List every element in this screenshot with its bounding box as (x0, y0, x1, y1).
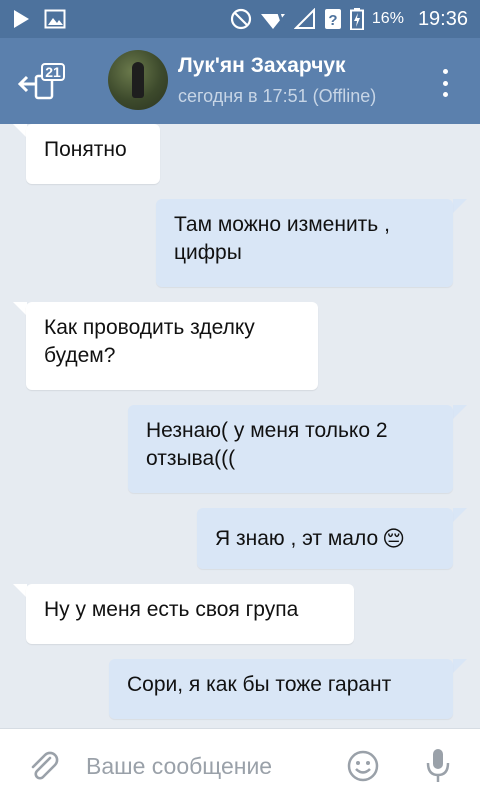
contact-avatar[interactable] (108, 50, 168, 110)
bubble-tail (13, 124, 27, 138)
bubble-tail (453, 199, 467, 213)
contact-name[interactable]: Лук'ян Захарчук (178, 54, 346, 78)
sim-unknown-icon: ? (324, 9, 341, 29)
message-text: Ну у меня есть своя групa (44, 598, 299, 621)
message-text: Понятно (44, 138, 127, 161)
signal-icon (293, 8, 315, 29)
message-bubble-incoming[interactable]: Понятно (26, 124, 160, 184)
battery-icon (349, 8, 364, 30)
emoji-icon[interactable] (346, 749, 380, 783)
message-bubble-outgoing[interactable]: Я знаю , эт мало 😔 (197, 508, 453, 569)
message-input[interactable] (86, 749, 326, 783)
chat-toolbar: 21 Лук'ян Захарчук сегодня в 17:51 (Offl… (0, 38, 480, 124)
svg-text:?: ? (328, 12, 337, 29)
status-bar: ? 16% 19:36 (0, 0, 480, 38)
bubble-tail (453, 508, 467, 522)
bubble-tail (13, 584, 27, 598)
message-bubble-incoming[interactable]: Ну у меня есть своя групa (26, 584, 354, 644)
unread-count: 21 (45, 64, 61, 80)
more-vert-icon (442, 69, 448, 74)
message-text: Как проводить зделку будем? (44, 316, 255, 367)
battery-percent: 16% (371, 10, 404, 27)
overflow-menu-button[interactable] (430, 66, 460, 100)
message-text: Сори, я как бы тоже гарант (127, 673, 392, 696)
message-text: Там можно изменить , цифры (174, 213, 390, 264)
message-bubble-outgoing[interactable]: Сори, я как бы тоже гарант (109, 659, 453, 719)
message-composer (0, 728, 480, 800)
gallery-icon (44, 9, 66, 29)
bubble-tail (13, 302, 27, 316)
play-store-icon (14, 10, 29, 28)
do-not-disturb-icon (230, 8, 252, 30)
contact-last-seen: сегодня в 17:51 (Offline) (178, 86, 377, 106)
pensive-face-icon: 😔 (382, 525, 406, 551)
message-text: Я знаю , эт мало (215, 526, 379, 550)
back-arrow-icon: 21 (17, 63, 65, 100)
bubble-tail (453, 659, 467, 673)
clock: 19:36 (417, 7, 468, 30)
bubble-tail (453, 405, 467, 419)
wifi-icon (260, 9, 286, 29)
message-text: Незнаю( у меня только 2 отзыва((( (146, 419, 388, 470)
message-bubble-outgoing[interactable]: Незнаю( у меня только 2 отзыва((( (128, 405, 453, 493)
message-bubble-outgoing[interactable]: Там можно изменить , цифры (156, 199, 453, 287)
microphone-icon[interactable] (424, 747, 452, 785)
message-bubble-incoming[interactable]: Как проводить зделку будем? (26, 302, 318, 390)
paperclip-icon[interactable] (26, 749, 60, 783)
back-button[interactable]: 21 (14, 58, 68, 106)
